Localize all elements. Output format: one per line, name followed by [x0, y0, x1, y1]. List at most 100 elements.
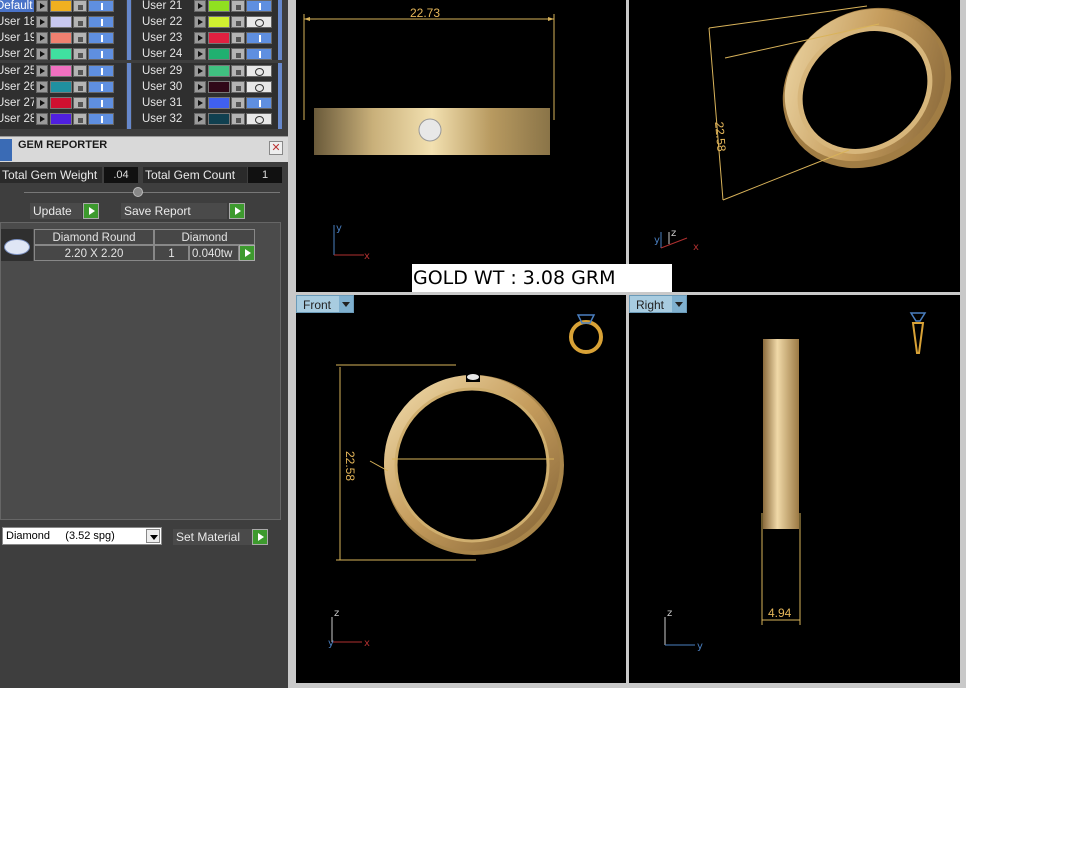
- collapse-handle[interactable]: [133, 187, 143, 197]
- lock-icon[interactable]: [73, 16, 87, 28]
- lock-icon[interactable]: [73, 97, 87, 109]
- play-icon[interactable]: [194, 65, 206, 77]
- layer-row[interactable]: User 22: [132, 15, 272, 29]
- layer-color-swatch[interactable]: [50, 97, 72, 109]
- visibility-toggle[interactable]: [246, 65, 272, 77]
- layer-name[interactable]: User 19: [0, 32, 34, 44]
- layer-color-swatch[interactable]: [208, 16, 230, 28]
- update-button[interactable]: Update: [30, 203, 82, 219]
- lock-icon[interactable]: [231, 48, 245, 60]
- layer-row[interactable]: User 28: [0, 112, 114, 126]
- visibility-toggle[interactable]: [88, 0, 114, 12]
- lock-icon[interactable]: [73, 48, 87, 60]
- lock-icon[interactable]: [73, 81, 87, 93]
- save-report-button[interactable]: Save Report: [121, 203, 227, 219]
- layer-color-swatch[interactable]: [50, 65, 72, 77]
- lock-icon[interactable]: [231, 81, 245, 93]
- layer-name[interactable]: User 22: [132, 16, 192, 28]
- right-view-dropdown[interactable]: Right: [629, 295, 688, 313]
- layer-name[interactable]: User 32: [132, 113, 192, 125]
- play-icon[interactable]: [36, 97, 48, 109]
- layer-row[interactable]: User 24: [132, 47, 272, 61]
- visibility-toggle[interactable]: [246, 81, 272, 93]
- layer-name[interactable]: User 24: [132, 48, 192, 60]
- layer-row[interactable]: User 25: [0, 64, 114, 78]
- play-icon[interactable]: [194, 32, 206, 44]
- layer-color-swatch[interactable]: [50, 48, 72, 60]
- play-icon[interactable]: [194, 113, 206, 125]
- layer-name[interactable]: User 25: [0, 65, 34, 77]
- visibility-toggle[interactable]: [88, 32, 114, 44]
- set-material-button[interactable]: Set Material: [173, 529, 253, 545]
- play-icon[interactable]: [36, 113, 48, 125]
- play-icon[interactable]: [36, 65, 48, 77]
- layer-row[interactable]: User 30: [132, 80, 272, 94]
- layer-row[interactable]: User 27: [0, 96, 114, 110]
- chevron-down-icon[interactable]: [339, 296, 354, 312]
- visibility-toggle[interactable]: [246, 16, 272, 28]
- layer-name[interactable]: User 21: [132, 0, 192, 12]
- layer-name[interactable]: User 27: [0, 97, 34, 109]
- visibility-toggle[interactable]: [246, 97, 272, 109]
- visibility-toggle[interactable]: [246, 48, 272, 60]
- layer-color-swatch[interactable]: [208, 113, 230, 125]
- layer-color-swatch[interactable]: [208, 65, 230, 77]
- visibility-toggle[interactable]: [88, 16, 114, 28]
- layer-color-swatch[interactable]: [50, 113, 72, 125]
- layer-row[interactable]: User 31: [132, 96, 272, 110]
- play-icon[interactable]: [194, 48, 206, 60]
- lock-icon[interactable]: [73, 65, 87, 77]
- layer-name[interactable]: User 20: [0, 48, 34, 60]
- save-report-go-icon[interactable]: [229, 203, 245, 219]
- layer-row[interactable]: User 21: [132, 0, 272, 13]
- chevron-down-icon[interactable]: [146, 529, 160, 543]
- update-go-icon[interactable]: [83, 203, 99, 219]
- layer-color-swatch[interactable]: [208, 97, 230, 109]
- layer-row[interactable]: User 18: [0, 15, 114, 29]
- layer-color-swatch[interactable]: [50, 81, 72, 93]
- play-icon[interactable]: [36, 32, 48, 44]
- layer-color-swatch[interactable]: [50, 32, 72, 44]
- viewport-top[interactable]: 22.73 y x: [296, 0, 626, 292]
- layer-name[interactable]: User 18: [0, 16, 34, 28]
- viewport-front[interactable]: 22.58 z y x Front: [296, 295, 626, 683]
- layer-row[interactable]: User 20: [0, 47, 114, 61]
- play-icon[interactable]: [194, 16, 206, 28]
- layer-row[interactable]: User 23: [132, 31, 272, 45]
- play-icon[interactable]: [194, 81, 206, 93]
- set-material-go-icon[interactable]: [252, 529, 268, 545]
- chevron-down-icon[interactable]: [672, 296, 687, 312]
- layer-name[interactable]: User 23: [132, 32, 192, 44]
- layer-name[interactable]: User 29: [132, 65, 192, 77]
- layer-name[interactable]: User 28: [0, 113, 34, 125]
- lock-icon[interactable]: [231, 113, 245, 125]
- lock-icon[interactable]: [231, 97, 245, 109]
- lock-icon[interactable]: [231, 32, 245, 44]
- lock-icon[interactable]: [73, 32, 87, 44]
- layer-name[interactable]: User 31: [132, 97, 192, 109]
- play-icon[interactable]: [36, 48, 48, 60]
- layer-name[interactable]: User 26: [0, 81, 34, 93]
- visibility-toggle[interactable]: [88, 48, 114, 60]
- layer-row[interactable]: User 26: [0, 80, 114, 94]
- layer-row[interactable]: User 32: [132, 112, 272, 126]
- visibility-toggle[interactable]: [88, 65, 114, 77]
- lock-icon[interactable]: [231, 65, 245, 77]
- layer-name[interactable]: Default: [0, 0, 34, 12]
- material-select[interactable]: Diamond (3.52 spg): [2, 527, 162, 545]
- play-icon[interactable]: [194, 97, 206, 109]
- lock-icon[interactable]: [73, 113, 87, 125]
- play-icon[interactable]: [194, 0, 206, 12]
- lock-icon[interactable]: [231, 0, 245, 12]
- layer-color-swatch[interactable]: [50, 0, 72, 12]
- visibility-toggle[interactable]: [88, 113, 114, 125]
- layer-row[interactable]: User 29: [132, 64, 272, 78]
- viewport-perspective[interactable]: 22.58 y z x: [629, 0, 960, 292]
- layer-row[interactable]: User 19: [0, 31, 114, 45]
- close-icon[interactable]: ✕: [269, 141, 283, 155]
- layer-color-swatch[interactable]: [208, 32, 230, 44]
- viewport-right[interactable]: 4.94 z y Right: [629, 295, 960, 683]
- play-icon[interactable]: [36, 16, 48, 28]
- visibility-toggle[interactable]: [88, 81, 114, 93]
- play-icon[interactable]: [36, 0, 48, 12]
